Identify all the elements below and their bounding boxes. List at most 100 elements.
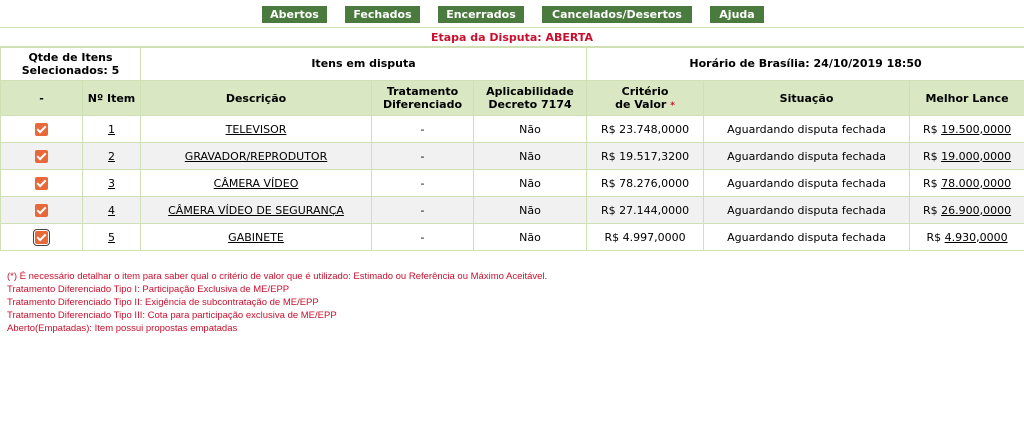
item-lance-link[interactable]: 19.000,0000 [941, 150, 1011, 163]
selected-count-label: Qtde de Itens [28, 50, 113, 64]
col-header-criterio-2: de Valor [615, 98, 667, 111]
item-checkbox[interactable] [35, 176, 48, 190]
col-header-tratamento-2: Diferenciado [383, 98, 463, 111]
col-header-select: - [0, 80, 83, 116]
item-num-link[interactable]: 4 [108, 204, 115, 217]
item-num-link[interactable]: 2 [108, 150, 115, 163]
item-tratamento: - [371, 115, 475, 143]
item-lance-cell: R$ 26.900,0000 [909, 196, 1024, 224]
col-header-aplic-2: Decreto 7174 [488, 98, 572, 111]
tab-cancelados-desertos[interactable]: Cancelados/Desertos [542, 6, 692, 23]
item-desc-cell: CÂMERA VÍDEO DE SEGURANÇA [140, 196, 373, 224]
col-header-melhor-lance: Melhor Lance [909, 80, 1024, 116]
col-header-situacao: Situação [703, 80, 911, 116]
table-row: 3 CÂMERA VÍDEO - Não R$ 78.276,0000 Agua… [0, 169, 1024, 197]
item-situacao: Aguardando disputa fechada [703, 142, 911, 170]
select-cell [0, 115, 83, 143]
col-header-tratamento: Tratamento Diferenciado [371, 80, 475, 116]
table-row: 2 GRAVADOR/REPRODUTOR - Não R$ 19.517,32… [0, 142, 1024, 170]
item-tratamento: - [371, 169, 475, 197]
item-situacao: Aguardando disputa fechada [703, 169, 911, 197]
item-aplicabilidade: Não [473, 115, 588, 143]
item-situacao: Aguardando disputa fechada [703, 196, 911, 224]
item-situacao: Aguardando disputa fechada [703, 115, 911, 143]
item-num-link[interactable]: 1 [108, 123, 115, 136]
item-desc-link[interactable]: GRAVADOR/REPRODUTOR [185, 150, 327, 163]
item-situacao: Aguardando disputa fechada [703, 223, 911, 251]
table-row: 5 GABINETE - Não R$ 4.997,0000 Aguardand… [0, 223, 1024, 251]
col-header-descricao: Descrição [140, 80, 373, 116]
asterisk-marker: * [670, 101, 675, 111]
item-desc-link[interactable]: TELEVISOR [226, 123, 287, 136]
item-criterio: R$ 19.517,3200 [586, 142, 705, 170]
stage-label: Etapa da Disputa: ABERTA [0, 27, 1024, 48]
select-cell [0, 223, 83, 251]
item-aplicabilidade: Não [473, 142, 588, 170]
item-lance-cell: R$ 78.000,0000 [909, 169, 1024, 197]
col-header-aplic-1: Aplicabilidade [486, 85, 574, 98]
table-header: - Nº Item Descrição Tratamento Diferenci… [0, 80, 1024, 116]
item-num-cell: 5 [81, 223, 142, 251]
footnotes: (*) É necessário detalhar o item para sa… [7, 270, 547, 335]
item-checkbox[interactable] [35, 149, 48, 163]
brasilia-time: Horário de Brasília: 24/10/2019 18:50 [586, 46, 1024, 81]
item-num-link[interactable]: 3 [108, 177, 115, 190]
lance-prefix: R$ [922, 203, 942, 217]
select-cell [0, 142, 83, 170]
items-table: Qtde de Itens Selecionados: 5 Itens em d… [0, 46, 1024, 251]
item-desc-link[interactable]: CÂMERA VÍDEO DE SEGURANÇA [168, 204, 344, 217]
item-num-cell: 1 [81, 115, 142, 143]
item-criterio: R$ 4.997,0000 [586, 223, 705, 251]
item-desc-link[interactable]: CÂMERA VÍDEO [214, 177, 299, 190]
item-lance-cell: R$ 19.500,0000 [909, 115, 1024, 143]
itens-em-disputa-label: Itens em disputa [140, 46, 588, 81]
footnote-tipo-3: Tratamento Diferenciado Tipo III: Cota p… [7, 310, 337, 321]
col-header-criterio-1: Critério [621, 85, 669, 98]
item-desc-cell: GABINETE [140, 223, 373, 251]
item-criterio: R$ 27.144,0000 [586, 196, 705, 224]
item-tratamento: - [371, 223, 475, 251]
item-checkbox[interactable] [35, 122, 48, 136]
item-num-cell: 4 [81, 196, 142, 224]
item-tratamento: - [371, 142, 475, 170]
item-checkbox[interactable] [33, 228, 50, 246]
item-criterio: R$ 78.276,0000 [586, 169, 705, 197]
item-criterio: R$ 23.748,0000 [586, 115, 705, 143]
selected-count-value: Selecionados: 5 [21, 63, 120, 77]
lance-prefix: R$ [922, 149, 942, 163]
item-lance-link[interactable]: 26.900,0000 [941, 204, 1011, 217]
tab-abertos[interactable]: Abertos [262, 6, 327, 23]
lance-prefix: R$ [922, 176, 942, 190]
item-lance-link[interactable]: 78.000,0000 [941, 177, 1011, 190]
footnote-empatadas: Aberto(Empatadas): Item possui propostas… [7, 323, 238, 334]
item-desc-cell: TELEVISOR [140, 115, 373, 143]
footnote-tipo-2: Tratamento Diferenciado Tipo II: Exigênc… [7, 297, 319, 308]
item-num-cell: 2 [81, 142, 142, 170]
item-num-cell: 3 [81, 169, 142, 197]
summary-row: Qtde de Itens Selecionados: 5 Itens em d… [0, 46, 1024, 81]
item-lance-cell: R$ 4.930,0000 [909, 223, 1024, 251]
item-lance-link[interactable]: 4.930,0000 [945, 231, 1008, 244]
item-aplicabilidade: Não [473, 196, 588, 224]
col-header-criterio: Critério de Valor * [586, 80, 705, 116]
item-aplicabilidade: Não [473, 169, 588, 197]
item-desc-cell: CÂMERA VÍDEO [140, 169, 373, 197]
item-desc-cell: GRAVADOR/REPRODUTOR [140, 142, 373, 170]
tab-fechados[interactable]: Fechados [345, 6, 420, 23]
select-cell [0, 169, 83, 197]
item-aplicabilidade: Não [473, 223, 588, 251]
footnote-tipo-1: Tratamento Diferenciado Tipo I: Particip… [7, 284, 290, 295]
tab-encerrados[interactable]: Encerrados [438, 6, 524, 23]
lance-prefix: R$ [926, 230, 945, 244]
col-header-aplicabilidade: Aplicabilidade Decreto 7174 [473, 80, 588, 116]
footnote-criterio: (*) É necessário detalhar o item para sa… [7, 271, 548, 282]
table-row: 1 TELEVISOR - Não R$ 23.748,0000 Aguarda… [0, 115, 1024, 143]
item-lance-link[interactable]: 19.500,0000 [941, 123, 1011, 136]
select-cell [0, 196, 83, 224]
item-num-link[interactable]: 5 [108, 231, 115, 244]
item-desc-link[interactable]: GABINETE [228, 231, 284, 244]
lance-prefix: R$ [922, 122, 942, 136]
item-checkbox[interactable] [35, 203, 48, 217]
tab-ajuda[interactable]: Ajuda [710, 6, 764, 23]
selected-count-cell: Qtde de Itens Selecionados: 5 [0, 46, 142, 81]
